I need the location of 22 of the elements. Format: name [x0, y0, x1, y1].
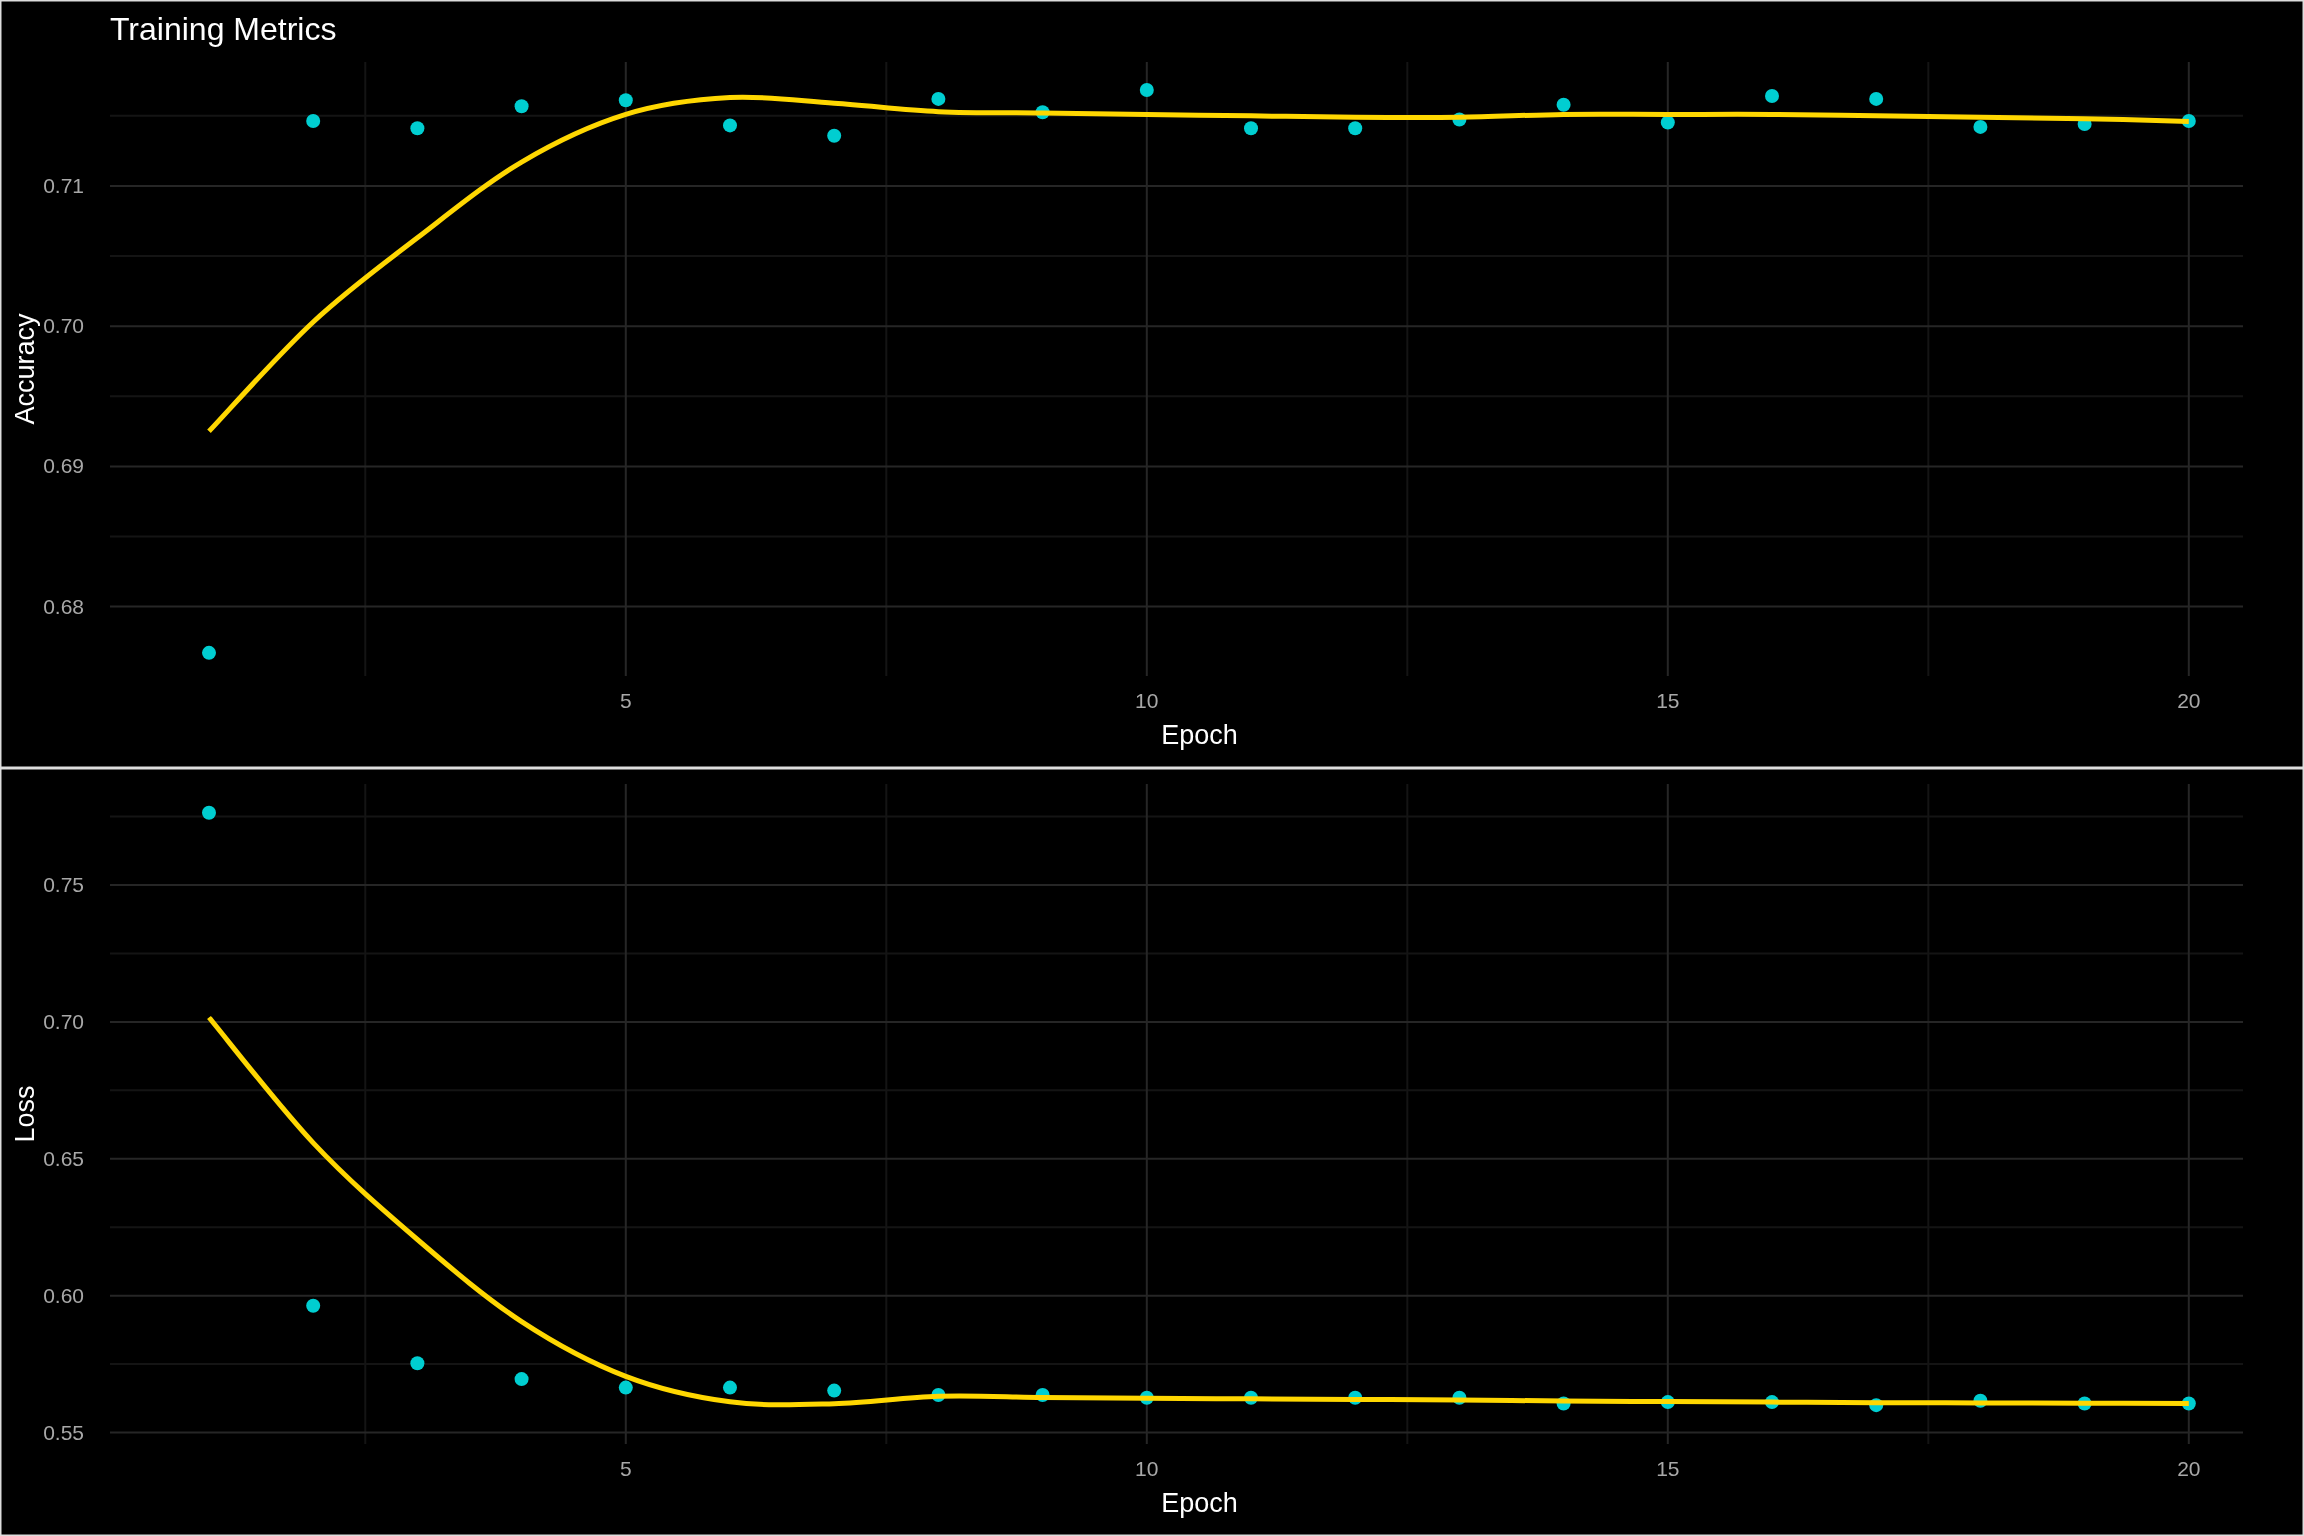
y-axis-title: Loss	[10, 1085, 40, 1143]
x-tick-label: 5	[619, 1457, 632, 1480]
x-tick-label: 10	[1135, 1457, 1159, 1480]
y-tick-label: 0.55	[43, 1420, 84, 1444]
x-tick-label: 20	[2177, 689, 2201, 712]
y-tick-label: 0.71	[43, 173, 84, 197]
x-tick-label: 20	[2177, 1457, 2201, 1480]
y-tick-label: 0.70	[43, 1009, 84, 1033]
y-tick-label: 0.60	[43, 1283, 84, 1307]
y-tick-label: 0.69	[43, 454, 84, 478]
x-tick-label: 5	[619, 689, 632, 712]
y-tick-label: 0.75	[43, 873, 84, 896]
x-tick-label: 15	[1656, 1457, 1680, 1480]
y-axis-title: Accuracy	[10, 313, 40, 425]
x-axis-title: Epoch	[1161, 1488, 1238, 1518]
y-tick-label: 0.70	[43, 314, 84, 338]
x-axis-title: Epoch	[1161, 720, 1238, 750]
x-tick-label: 10	[1135, 689, 1159, 712]
y-tick-label: 0.65	[43, 1146, 84, 1170]
y-tick-label: 0.68	[43, 594, 84, 618]
chart-title: Training Metrics	[110, 11, 337, 47]
x-tick-label: 15	[1656, 689, 1680, 712]
